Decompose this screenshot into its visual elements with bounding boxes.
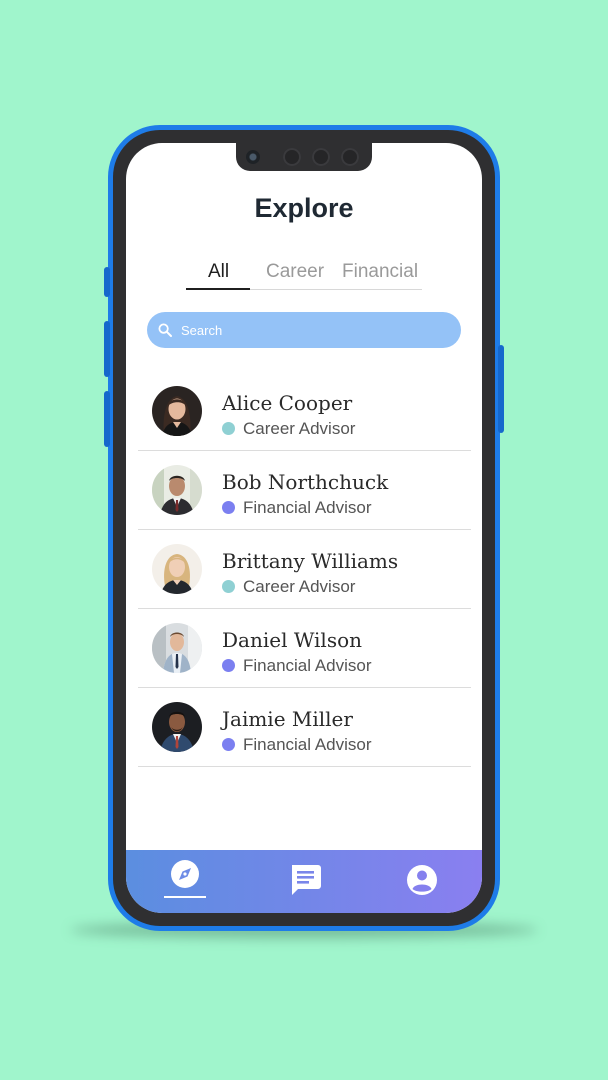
advisor-role: Financial Advisor [222,656,372,676]
phone-frame: Explore All Career Financial Search Alic… [104,125,504,931]
sensor-icon [312,148,330,166]
page-title: Explore [254,193,354,223]
advisor-role: Career Advisor [222,577,355,597]
search-bar[interactable] [147,312,461,348]
tab-career[interactable]: Career [266,261,324,283]
bottom-nav [126,850,482,913]
advisor-role: Career Advisor [222,419,355,439]
advisor-name: Brittany Williams [222,549,399,573]
power-button [498,345,504,433]
phone-bezel: Explore All Career Financial Search Alic… [113,130,495,926]
app-screen: Explore All Career Financial Search Alic… [126,143,482,913]
camera-icon [246,150,260,164]
notch [236,143,372,171]
nav-profile-button[interactable] [402,860,442,900]
avatar [152,465,202,515]
role-dot-icon [222,659,235,672]
role-dot-icon [222,422,235,435]
avatar [152,544,202,594]
sensor-icon [283,148,301,166]
advisor-row[interactable]: Alice Cooper Career Advisor [138,372,471,451]
search-icon [158,323,172,337]
advisor-name: Alice Cooper [222,391,353,415]
role-dot-icon [222,738,235,751]
active-tab-indicator [186,288,250,290]
mute-switch [104,267,110,297]
advisor-role-label: Financial Advisor [243,498,372,517]
profile-icon [407,865,437,895]
avatar [152,623,202,673]
nav-explore-button[interactable] [165,860,205,900]
advisor-name: Daniel Wilson [222,628,363,652]
advisor-row[interactable]: Brittany Williams Career Advisor [138,530,471,609]
advisor-role: Financial Advisor [222,735,372,755]
nav-messages-button[interactable] [285,860,325,900]
advisor-row[interactable]: Bob Northchuck Financial Advisor [138,451,471,530]
avatar [152,386,202,436]
role-dot-icon [222,580,235,593]
advisor-row[interactable]: Jaimie Miller Financial Advisor [138,688,471,767]
advisor-role: Financial Advisor [222,498,372,518]
volume-up-button [104,321,110,377]
active-nav-indicator [164,896,206,898]
tab-financial[interactable]: Financial [342,261,418,283]
advisor-list: Alice Cooper Career Advisor Bob Northchu… [138,372,471,767]
advisor-name: Jaimie Miller [222,707,353,731]
tab-all[interactable]: All [208,261,229,283]
advisor-row[interactable]: Daniel Wilson Financial Advisor [138,609,471,688]
volume-down-button [104,391,110,447]
compass-icon [171,860,199,888]
advisor-name: Bob Northchuck [222,470,389,494]
search-input[interactable] [181,312,451,348]
advisor-role-label: Financial Advisor [243,735,372,754]
avatar [152,702,202,752]
advisor-role-label: Financial Advisor [243,656,372,675]
advisor-role-label: Career Advisor [243,577,356,596]
role-dot-icon [222,501,235,514]
filter-tabs: All Career Financial [186,261,422,290]
advisor-role-label: Career Advisor [243,419,356,438]
canvas: Explore All Career Financial Search Alic… [0,0,608,1080]
sensor-icon [341,148,359,166]
chat-icon [292,865,321,895]
